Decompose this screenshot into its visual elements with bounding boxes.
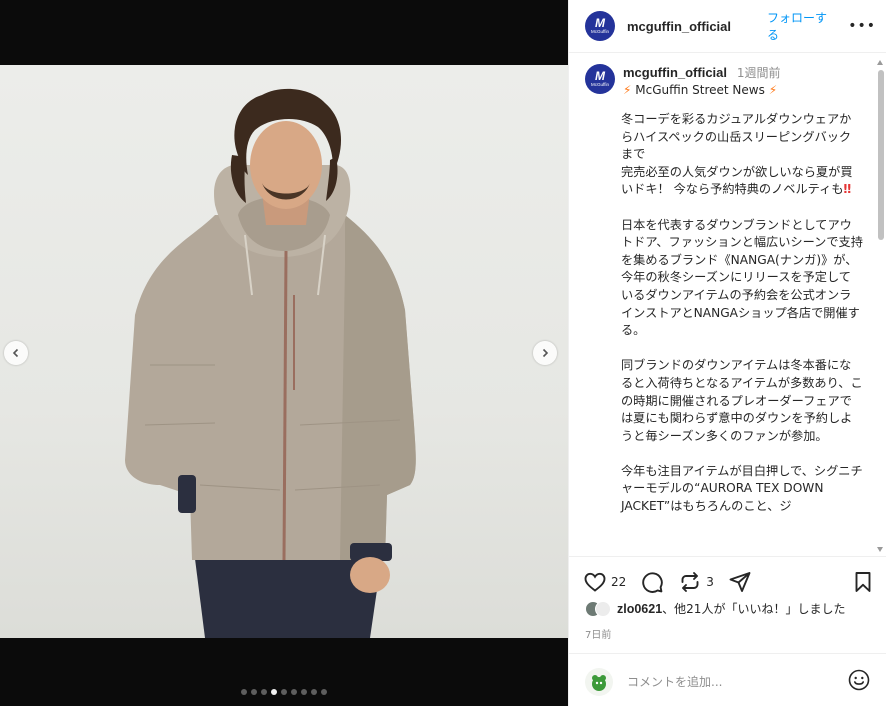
scroll-up-arrow-icon[interactable] xyxy=(877,60,883,65)
media-panel xyxy=(0,0,568,706)
subtitle-text: McGuffin Street News xyxy=(635,83,765,97)
reposts-count: 3 xyxy=(706,575,714,589)
post-photo[interactable] xyxy=(0,65,568,638)
liked-by-summary[interactable]: zlo0621 、他21人が「いいね！」しました xyxy=(585,600,845,617)
share-button[interactable] xyxy=(728,570,752,594)
carousel-dot xyxy=(321,689,327,695)
comment-input[interactable] xyxy=(627,675,837,689)
post-timestamp[interactable]: 1週間前 xyxy=(737,66,781,80)
scrollbar-thumb[interactable] xyxy=(878,70,884,240)
post-sidebar: M McGuffin mcguffin_official フォローする ••• … xyxy=(568,0,886,706)
likes-count: 22 xyxy=(611,575,627,589)
username-link[interactable]: mcguffin_official xyxy=(627,19,731,34)
avatar[interactable]: M McGuffin xyxy=(585,11,615,41)
heart-icon xyxy=(584,572,606,592)
user-avatar-icon xyxy=(592,675,606,691)
carousel-dot xyxy=(281,689,287,695)
caption-text: 冬コーデを彩るカジュアルダウンウェアからハイスペックの山岳スリーピングバックまで… xyxy=(569,97,886,516)
liker-avatars xyxy=(585,600,611,617)
avatar-logo-mark: M xyxy=(595,69,605,83)
next-image-button[interactable] xyxy=(533,341,557,365)
carousel-indicator xyxy=(0,689,568,695)
caption-subtitle: ⚡ McGuffin Street News ⚡ xyxy=(623,83,780,97)
lightning-bolt-icon: ⚡ xyxy=(768,83,778,97)
save-button[interactable] xyxy=(851,570,875,594)
carousel-dot xyxy=(301,689,307,695)
previous-image-button[interactable] xyxy=(4,341,28,365)
avatar-logo-text: McGuffin xyxy=(591,29,609,34)
emoji-button[interactable] xyxy=(847,668,871,696)
caption-meta: mcguffin_official 1週間前 ⚡ McGuffin Street… xyxy=(623,64,780,97)
follow-button[interactable]: フォローする xyxy=(767,9,838,43)
divider xyxy=(569,556,886,557)
scroll-down-arrow-icon[interactable] xyxy=(877,547,883,552)
liked-by-username[interactable]: zlo0621 xyxy=(617,602,662,616)
carousel-dot xyxy=(291,689,297,695)
carousel-dot xyxy=(241,689,247,695)
caption-scrollbar[interactable] xyxy=(876,56,885,556)
caption-header: M McGuffin mcguffin_official 1週間前 ⚡ McGu… xyxy=(569,54,886,97)
avatar xyxy=(595,600,611,617)
comment-bubble-icon xyxy=(642,572,664,593)
liked-by-text: 、他21人が「いいね！」しました xyxy=(662,602,846,616)
divider xyxy=(569,653,886,654)
smiley-icon xyxy=(848,669,870,691)
model-illustration xyxy=(125,88,416,638)
repost-button[interactable]: 3 xyxy=(678,570,714,594)
chevron-left-icon xyxy=(12,348,19,358)
caption-username[interactable]: mcguffin_official xyxy=(623,65,727,80)
double-exclamation-icon: ‼ xyxy=(843,182,852,197)
comment-button[interactable] xyxy=(640,570,664,594)
lightning-bolt-icon: ⚡ xyxy=(623,83,632,97)
post-actions: 22 3 xyxy=(583,568,875,596)
carousel-dot xyxy=(251,689,257,695)
add-comment-bar xyxy=(585,664,871,700)
bookmark-icon xyxy=(855,572,871,592)
carousel-dot xyxy=(261,689,267,695)
chevron-right-icon xyxy=(542,348,549,358)
carousel-dot xyxy=(271,689,277,695)
caption-paragraph: 同ブランドのダウンアイテムは冬本番になると入荷待ちとなるアイテムが多数あり、この… xyxy=(621,357,863,445)
caption-paragraph: 今年も注目アイテムが目白押しで、シグニチャーモデルの“AURORA TEX DO… xyxy=(621,463,863,514)
post-date[interactable]: 7日前 xyxy=(585,626,611,641)
post-header: M McGuffin mcguffin_official フォローする ••• xyxy=(569,0,886,53)
caption-scroll-area[interactable]: M McGuffin mcguffin_official 1週間前 ⚡ McGu… xyxy=(569,54,886,556)
caption-paragraph: 日本を代表するダウンブランドとしてアウトドア、ファッションと幅広いシーンで支持を… xyxy=(621,217,863,338)
avatar xyxy=(585,668,613,696)
repost-icon xyxy=(681,572,699,592)
carousel-dot xyxy=(311,689,317,695)
avatar-logo-text: McGuffin xyxy=(591,82,609,87)
more-options-button[interactable]: ••• xyxy=(848,18,876,34)
avatar[interactable]: M McGuffin xyxy=(585,64,615,94)
paper-plane-icon xyxy=(729,572,751,592)
caption-paragraph-text: 同ブランドのダウンアイテムは冬本番になると入荷待ちとなるアイテムが多数あり、この… xyxy=(621,358,863,443)
caption-paragraph: 冬コーデを彩るカジュアルダウンウェアからハイスペックの山岳スリーピングバックまで… xyxy=(621,112,853,197)
like-button[interactable]: 22 xyxy=(583,570,626,594)
instagram-post-modal: M McGuffin mcguffin_official フォローする ••• … xyxy=(0,0,886,706)
avatar-logo-mark: M xyxy=(595,16,605,30)
